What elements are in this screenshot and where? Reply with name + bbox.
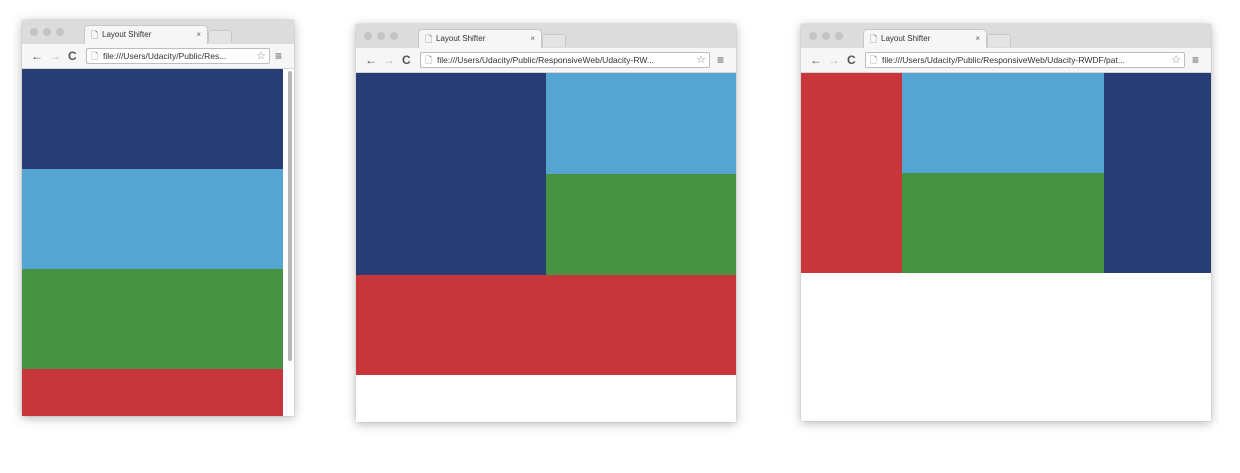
url-text: file:///Users/Udacity/Public/ResponsiveW…: [437, 55, 654, 65]
reload-icon[interactable]: C: [68, 49, 77, 63]
tab-layout-shifter[interactable]: 🗋 Layout Shifter ×: [863, 29, 987, 48]
url-text: file:///Users/Udacity/Public/ResponsiveW…: [882, 55, 1125, 65]
tab-layout-shifter[interactable]: 🗋 Layout Shifter ×: [418, 29, 542, 48]
dark-blue-box: [22, 69, 283, 169]
minimize-window-dot[interactable]: [377, 32, 385, 40]
minimize-window-dot[interactable]: [43, 28, 51, 36]
menu-icon[interactable]: ≡: [717, 53, 724, 67]
bookmark-star-icon[interactable]: ☆: [696, 54, 706, 66]
new-tab-button[interactable]: [208, 30, 232, 43]
dark-blue-box: [1104, 73, 1211, 273]
close-window-dot[interactable]: [809, 32, 817, 40]
new-tab-button[interactable]: [542, 34, 566, 47]
page-content: [22, 69, 294, 416]
address-bar[interactable]: 🗋 file:///Users/Udacity/Public/Responsiv…: [420, 52, 710, 68]
browser-window-narrow: 🗋 Layout Shifter × ← → C 🗋 file:///Users…: [22, 20, 294, 416]
toolbar: ← → C 🗋 file:///Users/Udacity/Public/Res…: [22, 44, 294, 69]
tab-title: Layout Shifter: [881, 34, 931, 43]
window-controls: [809, 32, 843, 40]
green-box: [546, 174, 736, 275]
tab-close-icon[interactable]: ×: [530, 34, 535, 44]
toolbar: ← → C 🗋 file:///Users/Udacity/Public/Res…: [356, 48, 736, 73]
close-window-dot[interactable]: [30, 28, 38, 36]
red-box: [356, 275, 736, 375]
zoom-window-dot[interactable]: [390, 32, 398, 40]
tab-close-icon[interactable]: ×: [196, 30, 201, 40]
vertical-scrollbar[interactable]: [288, 71, 292, 361]
green-box: [902, 173, 1104, 273]
browser-window-medium: 🗋 Layout Shifter × ← → C 🗋 file:///Users…: [356, 24, 736, 422]
bookmark-star-icon[interactable]: ☆: [1171, 54, 1181, 66]
reload-icon[interactable]: C: [847, 53, 856, 67]
close-window-dot[interactable]: [364, 32, 372, 40]
light-blue-box: [902, 73, 1104, 173]
tab-title: Layout Shifter: [436, 34, 486, 43]
page-icon: 🗋: [91, 51, 99, 61]
menu-icon[interactable]: ≡: [275, 49, 282, 63]
red-box: [801, 73, 902, 273]
page-content: [356, 73, 736, 422]
zoom-window-dot[interactable]: [56, 28, 64, 36]
dark-blue-box: [356, 73, 546, 275]
address-bar[interactable]: 🗋 file:///Users/Udacity/Public/Res... ☆: [86, 48, 270, 64]
forward-arrow-icon[interactable]: →: [383, 53, 395, 67]
light-blue-box: [22, 169, 283, 269]
page-icon: 🗋: [425, 34, 433, 44]
menu-icon[interactable]: ≡: [1192, 53, 1199, 67]
back-arrow-icon[interactable]: ←: [810, 53, 822, 67]
zoom-window-dot[interactable]: [835, 32, 843, 40]
url-text: file:///Users/Udacity/Public/Res...: [103, 51, 227, 61]
window-controls: [364, 32, 398, 40]
bookmark-star-icon[interactable]: ☆: [256, 50, 266, 62]
tab-title: Layout Shifter: [102, 30, 152, 39]
tab-bar: 🗋 Layout Shifter ×: [356, 24, 736, 48]
page-content: [801, 73, 1211, 421]
new-tab-button[interactable]: [987, 34, 1011, 47]
tab-layout-shifter[interactable]: 🗋 Layout Shifter ×: [84, 25, 208, 44]
reload-icon[interactable]: C: [402, 53, 411, 67]
back-arrow-icon[interactable]: ←: [31, 49, 43, 63]
tab-bar: 🗋 Layout Shifter ×: [22, 20, 294, 44]
light-blue-box: [546, 73, 736, 174]
forward-arrow-icon[interactable]: →: [828, 53, 840, 67]
back-arrow-icon[interactable]: ←: [365, 53, 377, 67]
page-icon: 🗋: [425, 55, 433, 65]
forward-arrow-icon[interactable]: →: [49, 49, 61, 63]
tab-close-icon[interactable]: ×: [975, 34, 980, 44]
tab-bar: 🗋 Layout Shifter ×: [801, 24, 1211, 48]
red-box: [22, 369, 283, 416]
window-controls: [30, 28, 64, 36]
page-icon: 🗋: [91, 30, 99, 40]
toolbar: ← → C 🗋 file:///Users/Udacity/Public/Res…: [801, 48, 1211, 73]
page-icon: 🗋: [870, 34, 878, 44]
address-bar[interactable]: 🗋 file:///Users/Udacity/Public/Responsiv…: [865, 52, 1185, 68]
minimize-window-dot[interactable]: [822, 32, 830, 40]
browser-window-wide: 🗋 Layout Shifter × ← → C 🗋 file:///Users…: [801, 24, 1211, 421]
green-box: [22, 269, 283, 369]
page-icon: 🗋: [870, 55, 878, 65]
